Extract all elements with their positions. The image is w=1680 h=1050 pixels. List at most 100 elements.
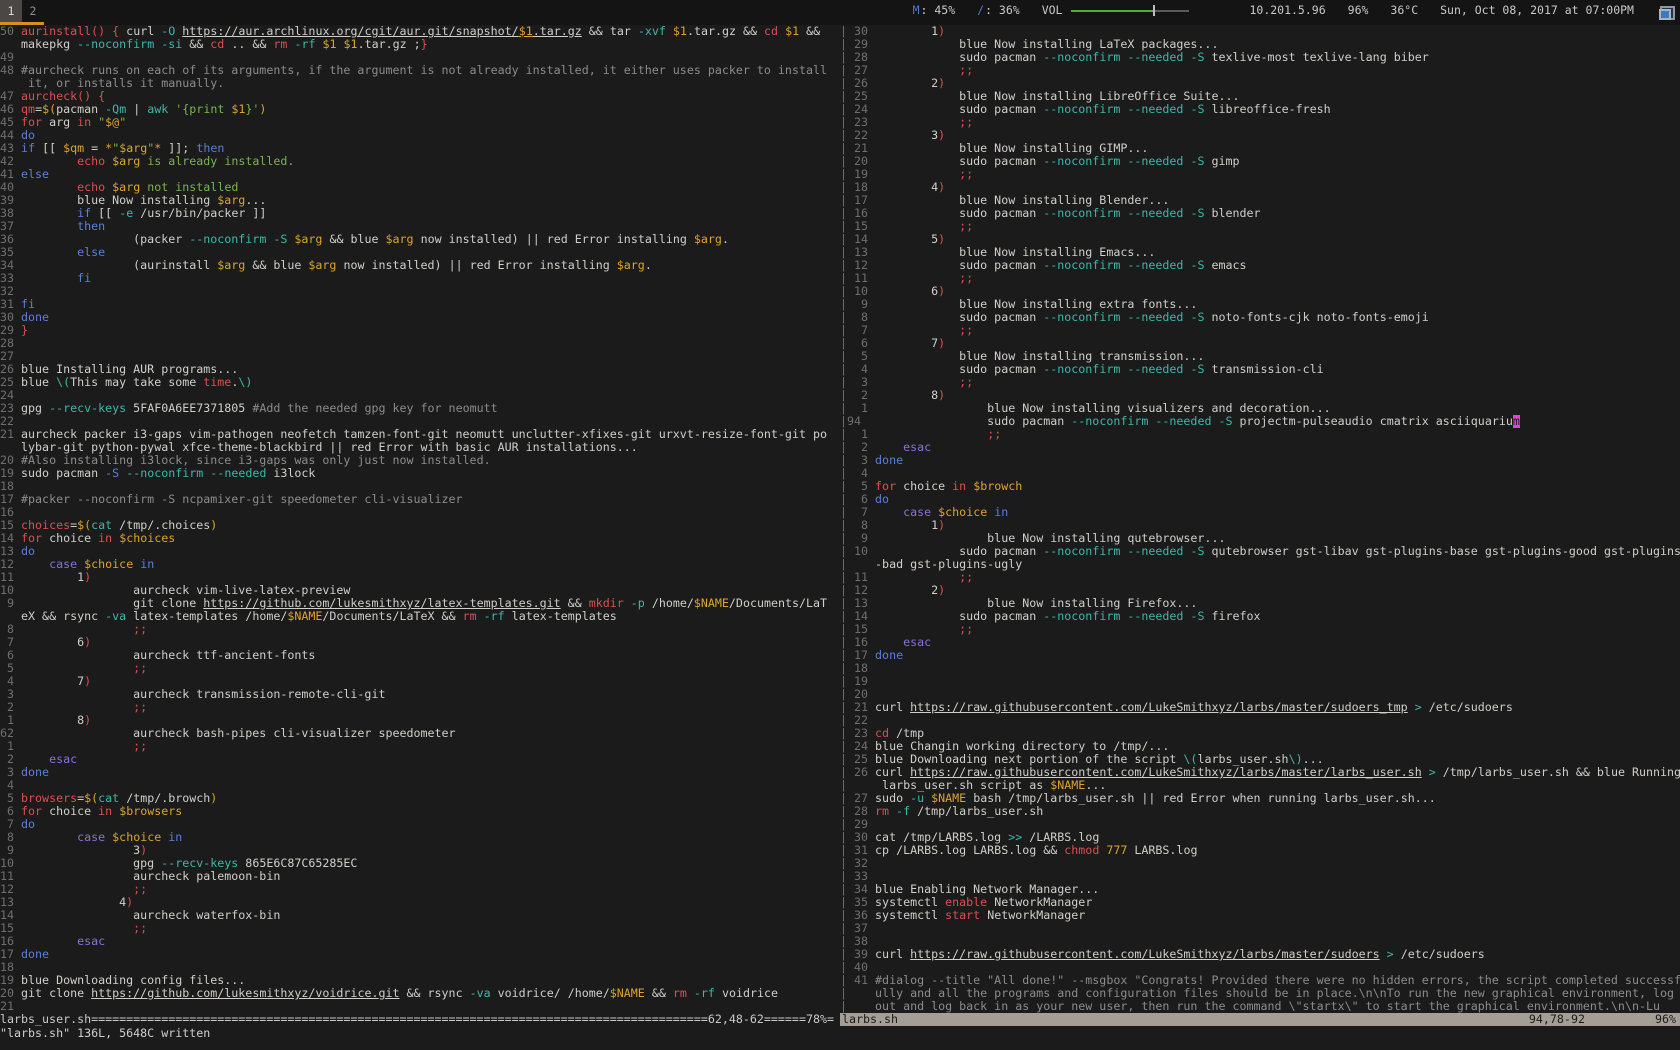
disk-indicator: /: 36% <box>966 0 1031 21</box>
volume-slider[interactable] <box>1071 5 1189 16</box>
code-row: | 5 blue Now installing transmission... <box>840 350 1680 363</box>
code-row: 47 aurcheck() { <box>0 90 840 103</box>
code-row: it, or installs it manually. <box>0 77 840 90</box>
code-row: | 26 curl https://raw.githubusercontent.… <box>840 766 1680 779</box>
code-row: | 32 <box>840 857 1680 870</box>
code-row: | 40 <box>840 961 1680 974</box>
code-row: 43 if [[ $qm = *"$arg"* ]]; then <box>0 142 840 155</box>
code-row: 36 (packer --noconfirm -S $arg && blue $… <box>0 233 840 246</box>
code-row: 20 #Also installing i3lock, since i3-gap… <box>0 454 840 467</box>
code-row: | 13 blue Now installing Firefox... <box>840 597 1680 610</box>
code-row: | 11 ;; <box>840 571 1680 584</box>
code-row: 12 case $choice in <box>0 558 840 571</box>
code-row: | 25 blue Now installing LibreOffice Sui… <box>840 90 1680 103</box>
code-row: | 1 blue Now installing visualizers and … <box>840 402 1680 415</box>
code-row: 3 aurcheck transmission-remote-cli-git <box>0 688 840 701</box>
code-row: | 14 5) <box>840 233 1680 246</box>
code-row: | larbs_user.sh script as $NAME... <box>840 779 1680 792</box>
code-row: 30 done <box>0 311 840 324</box>
code-row: 23 gpg --recv-keys 5FAF0A6EE7371805 #Add… <box>0 402 840 415</box>
volume-control[interactable]: VOL <box>1031 0 1201 21</box>
code-row: 40 echo $arg not installed <box>0 181 840 194</box>
code-row: | 9 blue Now installing extra fonts... <box>840 298 1680 311</box>
code-row: eX && rsync -va latex-templates /home/$N… <box>0 610 840 623</box>
code-row: | 3 done <box>840 454 1680 467</box>
code-row: 5 ;; <box>0 662 840 675</box>
code-row: | 8 sudo pacman --noconfirm --needed -S … <box>840 311 1680 324</box>
code-row: 44 do <box>0 129 840 142</box>
code-row: 46 qm=$(pacman -Qm | awk '{print $1}') <box>0 103 840 116</box>
volume-label: VOL <box>1042 4 1063 17</box>
code-row: | 10 sudo pacman --noconfirm --needed -S… <box>840 545 1680 558</box>
tray-window-icon[interactable] <box>1659 6 1675 20</box>
code-row: 26 blue Installing AUR programs... <box>0 363 840 376</box>
vim-pane-left-larbs-user-sh[interactable]: 50 aurinstall() { curl -O https://aur.ar… <box>0 25 840 1013</box>
code-row: | 22 3) <box>840 129 1680 142</box>
code-row: 2 ;; <box>0 701 840 714</box>
code-row: 1 8) <box>0 714 840 727</box>
code-row: | 29 <box>840 818 1680 831</box>
code-row: 12 ;; <box>0 883 840 896</box>
battery-indicator: 96% <box>1337 0 1380 25</box>
code-row: 9 3) <box>0 844 840 857</box>
code-row: | 7 case $choice in <box>840 506 1680 519</box>
scroll-percent: 96% <box>1655 1013 1676 1026</box>
code-row: | 37 <box>840 922 1680 935</box>
code-row: | 6 7) <box>840 337 1680 350</box>
code-row: 16 esac <box>0 935 840 948</box>
code-row: | 12 sudo pacman --noconfirm --needed -S… <box>840 259 1680 272</box>
code-row: | 23 ;; <box>840 116 1680 129</box>
code-row: | 21 blue Now installing GIMP... <box>840 142 1680 155</box>
code-row: 18 <box>0 480 840 493</box>
system-tray[interactable] <box>1645 0 1680 25</box>
active-file-name: larbs.sh <box>842 1013 898 1026</box>
disk-icon: / <box>977 4 984 17</box>
code-row: | 26 2) <box>840 77 1680 90</box>
code-row: | 10 6) <box>840 285 1680 298</box>
statusline-inactive: larbs_user.sh===========================… <box>0 1013 840 1026</box>
code-row: 38 if [[ -e /usr/bin/packer ]] <box>0 207 840 220</box>
code-row: 14 for choice in $choices <box>0 532 840 545</box>
code-row: 5 browsers=$(cat /tmp/.browch) <box>0 792 840 805</box>
workspace-tag-1[interactable]: 1 <box>0 0 22 22</box>
ip-address: 10.201.5.96 <box>1238 0 1336 25</box>
vim-pane-right-larbs-sh[interactable]: | 30 1)| 29 blue Now installing LaTeX pa… <box>840 25 1680 1013</box>
code-row: 3 done <box>0 766 840 779</box>
code-row: | ully and all the programs and configur… <box>840 987 1680 1000</box>
code-row: 62 aurcheck bash-pipes cli-visualizer sp… <box>0 727 840 740</box>
code-row: 34 (aurinstall $arg && blue $arg now ins… <box>0 259 840 272</box>
code-row: | 41 #dialog --title "All done!" --msgbo… <box>840 974 1680 987</box>
code-row: 6 for choice in $browsers <box>0 805 840 818</box>
code-row: 42 echo $arg is already installed. <box>0 155 840 168</box>
code-row: 39 blue Now installing $arg... <box>0 194 840 207</box>
code-row: | 38 <box>840 935 1680 948</box>
code-row: 18 <box>0 961 840 974</box>
code-row: | 16 esac <box>840 636 1680 649</box>
code-row: | 9 blue Now installing qutebrowser... <box>840 532 1680 545</box>
code-row: 16 <box>0 506 840 519</box>
memory-icon: M <box>913 4 920 17</box>
code-row: | out and log back in as your new user, … <box>840 1000 1680 1013</box>
code-row: | 27 ;; <box>840 64 1680 77</box>
code-row: | 16 sudo pacman --noconfirm --needed -S… <box>840 207 1680 220</box>
code-row: | 20 sudo pacman --noconfirm --needed -S… <box>840 155 1680 168</box>
code-row: | -bad gst-plugins-ugly <box>840 558 1680 571</box>
code-row: 21 aurcheck packer i3-gaps vim-pathogen … <box>0 428 840 441</box>
code-row: 8 case $choice in <box>0 831 840 844</box>
code-row: | 21 curl https://raw.githubusercontent.… <box>840 701 1680 714</box>
code-row: | 18 <box>840 662 1680 675</box>
code-row: 4 7) <box>0 675 840 688</box>
code-row: 9 git clone https://github.com/lukesmith… <box>0 597 840 610</box>
code-row: | 25 blue Downloading next portion of th… <box>840 753 1680 766</box>
code-row: | 24 sudo pacman --noconfirm --needed -S… <box>840 103 1680 116</box>
clock: Sun, Oct 08, 2017 at 07:00PM <box>1429 0 1645 25</box>
code-row: 19 blue Downloading config files... <box>0 974 840 987</box>
code-row: | 15 ;; <box>840 623 1680 636</box>
code-row: | 14 sudo pacman --noconfirm --needed -S… <box>840 610 1680 623</box>
desktop: 1 2 M: 45% /: 36% VOL 10.201.5.96 96% 36… <box>0 0 1680 1050</box>
workspace-tag-2[interactable]: 2 <box>22 0 44 22</box>
code-row: | 12 2) <box>840 584 1680 597</box>
code-row: | 19 <box>840 675 1680 688</box>
disk-value: : 36% <box>985 4 1020 17</box>
code-row: 10 aurcheck vim-live-latex-preview <box>0 584 840 597</box>
